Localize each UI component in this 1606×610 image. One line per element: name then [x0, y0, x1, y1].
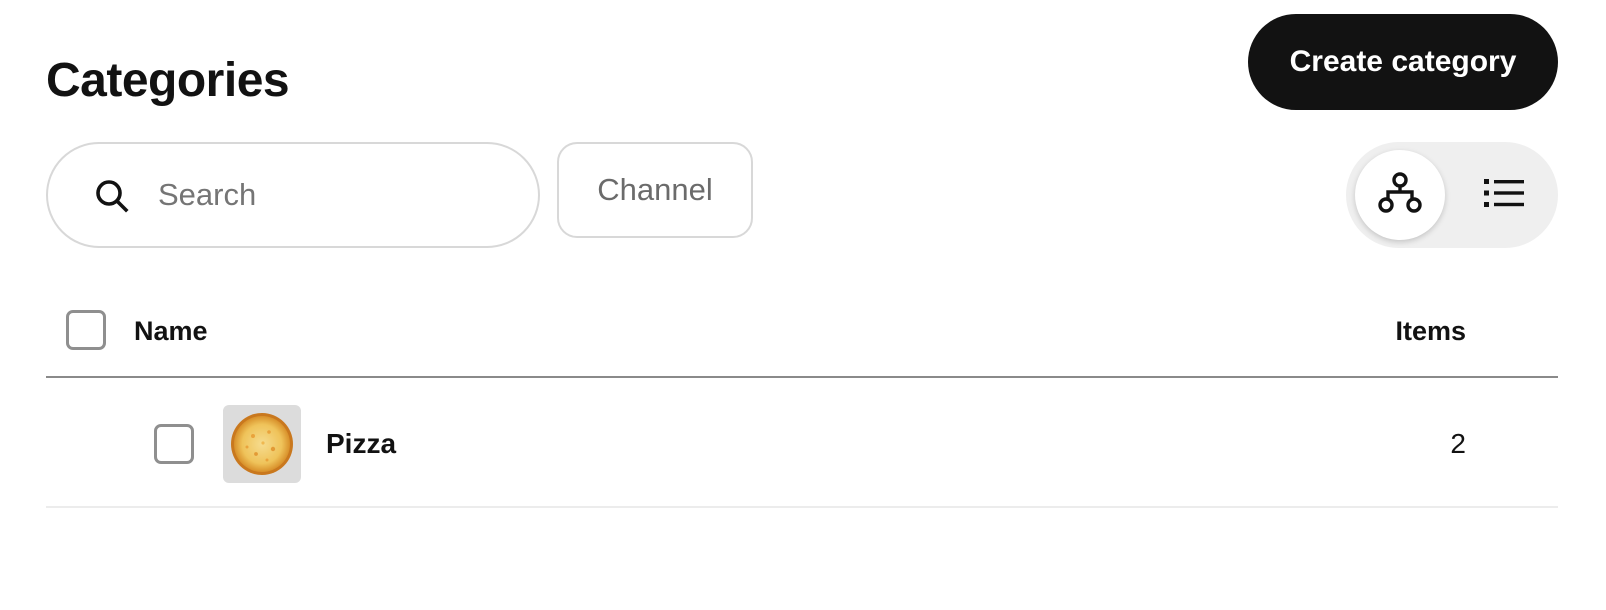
create-category-button[interactable]: Create category — [1248, 14, 1558, 110]
category-thumbnail — [223, 405, 301, 483]
search-icon — [92, 176, 132, 216]
pizza-image — [231, 413, 293, 475]
row-checkbox[interactable] — [154, 424, 194, 464]
channel-filter-button[interactable]: Channel — [557, 142, 753, 238]
select-all-checkbox[interactable] — [66, 310, 106, 350]
list-icon — [1484, 177, 1524, 214]
search-input[interactable] — [158, 144, 518, 246]
table-row[interactable]: Pizza 2 — [46, 378, 1558, 508]
list-view-button[interactable] — [1459, 150, 1549, 240]
view-toggle — [1346, 142, 1558, 248]
hierarchy-icon — [1377, 171, 1423, 220]
tree-view-button[interactable] — [1355, 150, 1445, 240]
category-item-count: 2 — [1450, 428, 1466, 459]
column-header-items[interactable]: Items — [1395, 316, 1466, 347]
categories-table: Name Items Pizza 2 — [46, 290, 1558, 508]
page-title: Categories — [46, 54, 290, 107]
column-header-name[interactable]: Name — [134, 316, 208, 347]
table-header: Name Items — [46, 290, 1558, 378]
search-field[interactable] — [46, 142, 540, 248]
category-name[interactable]: Pizza — [326, 428, 396, 460]
